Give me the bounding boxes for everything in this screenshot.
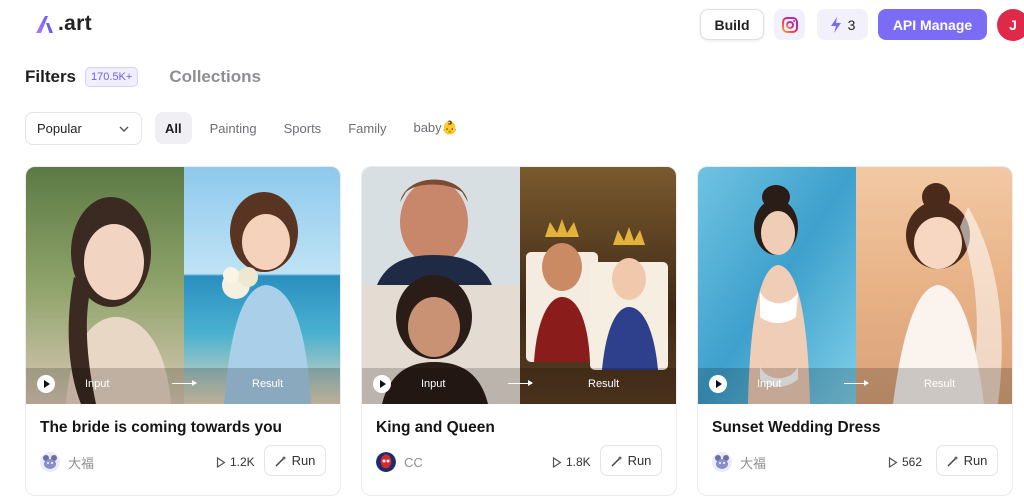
filter-card[interactable]: Input Result King and Queen CC 1.8K Run (361, 166, 677, 496)
tab-collections[interactable]: Collections (169, 67, 261, 87)
card-author[interactable]: 大福 (712, 452, 766, 472)
arrow-icon (508, 380, 533, 386)
arrow-icon (844, 380, 869, 386)
run-button-label: Run (291, 453, 316, 468)
filters-count-badge: 170.5K+ (85, 67, 139, 87)
author-avatar (40, 452, 60, 472)
run-count: 562 (888, 455, 922, 469)
run-button-label: Run (627, 453, 652, 468)
lightning-icon (830, 16, 841, 33)
result-label: Result (588, 378, 620, 390)
magic-wand-icon (611, 455, 623, 467)
card-author[interactable]: CC (376, 452, 423, 472)
logo-mark-icon (36, 16, 53, 33)
play-outline-icon (888, 456, 898, 468)
magic-wand-icon (275, 455, 287, 467)
credits-button[interactable]: 3 (817, 9, 868, 40)
logo-text: .art (58, 12, 92, 35)
run-count: 1.8K (552, 455, 591, 469)
play-outline-icon (552, 456, 562, 468)
chip-family[interactable]: Family (339, 112, 395, 144)
result-label: Result (924, 378, 956, 390)
category-chips: All Painting Sports Family baby👶 (155, 112, 476, 144)
thumbnail-image (698, 167, 1012, 404)
build-button[interactable]: Build (700, 9, 764, 40)
logo[interactable]: .art (34, 12, 92, 36)
input-label: Input (421, 378, 446, 390)
author-name: 大福 (740, 455, 767, 471)
run-button[interactable]: Run (600, 445, 662, 476)
api-manage-button[interactable]: API Manage (878, 9, 987, 40)
sort-selected-value: Popular (37, 121, 82, 136)
card-title[interactable]: King and Queen (376, 419, 495, 437)
tab-filters[interactable]: Filters (25, 67, 76, 87)
input-label: Input (757, 378, 782, 390)
run-button-label: Run (963, 453, 988, 468)
play-icon[interactable] (709, 375, 727, 393)
chip-painting[interactable]: Painting (201, 112, 266, 144)
run-count: 1.2K (216, 455, 255, 469)
filter-card[interactable]: Input Result Sunset Wedding Dress 大福 562… (697, 166, 1013, 496)
thumbnail-image (362, 167, 676, 404)
author-avatar (712, 452, 732, 472)
run-count-value: 1.2K (230, 455, 255, 469)
user-avatar[interactable]: J (997, 9, 1024, 41)
play-icon[interactable] (373, 375, 391, 393)
chip-baby[interactable]: baby👶 (404, 112, 466, 144)
card-thumbnail[interactable]: Input Result (362, 167, 676, 404)
input-label: Input (85, 378, 110, 390)
play-icon[interactable] (37, 375, 55, 393)
run-button[interactable]: Run (264, 445, 326, 476)
thumbnail-image (26, 167, 340, 404)
filter-card[interactable]: Input Result The bride is coming towards… (25, 166, 341, 496)
author-avatar (376, 452, 396, 472)
instagram-button[interactable] (774, 9, 805, 40)
card-author[interactable]: 大福 (40, 452, 94, 472)
card-thumbnail[interactable]: Input Result (698, 167, 1012, 404)
sort-dropdown[interactable]: Popular (25, 112, 142, 145)
card-thumbnail[interactable]: Input Result (26, 167, 340, 404)
magic-wand-icon (947, 455, 959, 467)
result-label: Result (252, 378, 284, 390)
chevron-down-icon (119, 126, 129, 132)
play-outline-icon (216, 456, 226, 468)
arrow-icon (172, 380, 197, 386)
run-count-value: 562 (902, 455, 923, 469)
run-count-value: 1.8K (566, 455, 591, 469)
chip-all[interactable]: All (155, 112, 192, 144)
card-title[interactable]: Sunset Wedding Dress (712, 419, 881, 437)
run-button[interactable]: Run (936, 445, 998, 476)
author-name: CC (404, 454, 423, 470)
credits-count: 3 (847, 16, 856, 33)
chip-sports[interactable]: Sports (275, 112, 331, 144)
instagram-icon (781, 16, 798, 33)
top-header: .art Build 3 API Manage J (0, 0, 1024, 50)
author-name: 大福 (68, 455, 95, 471)
card-title[interactable]: The bride is coming towards you (40, 419, 282, 437)
section-tabs: Filters 170.5K+ Collections (25, 67, 261, 87)
